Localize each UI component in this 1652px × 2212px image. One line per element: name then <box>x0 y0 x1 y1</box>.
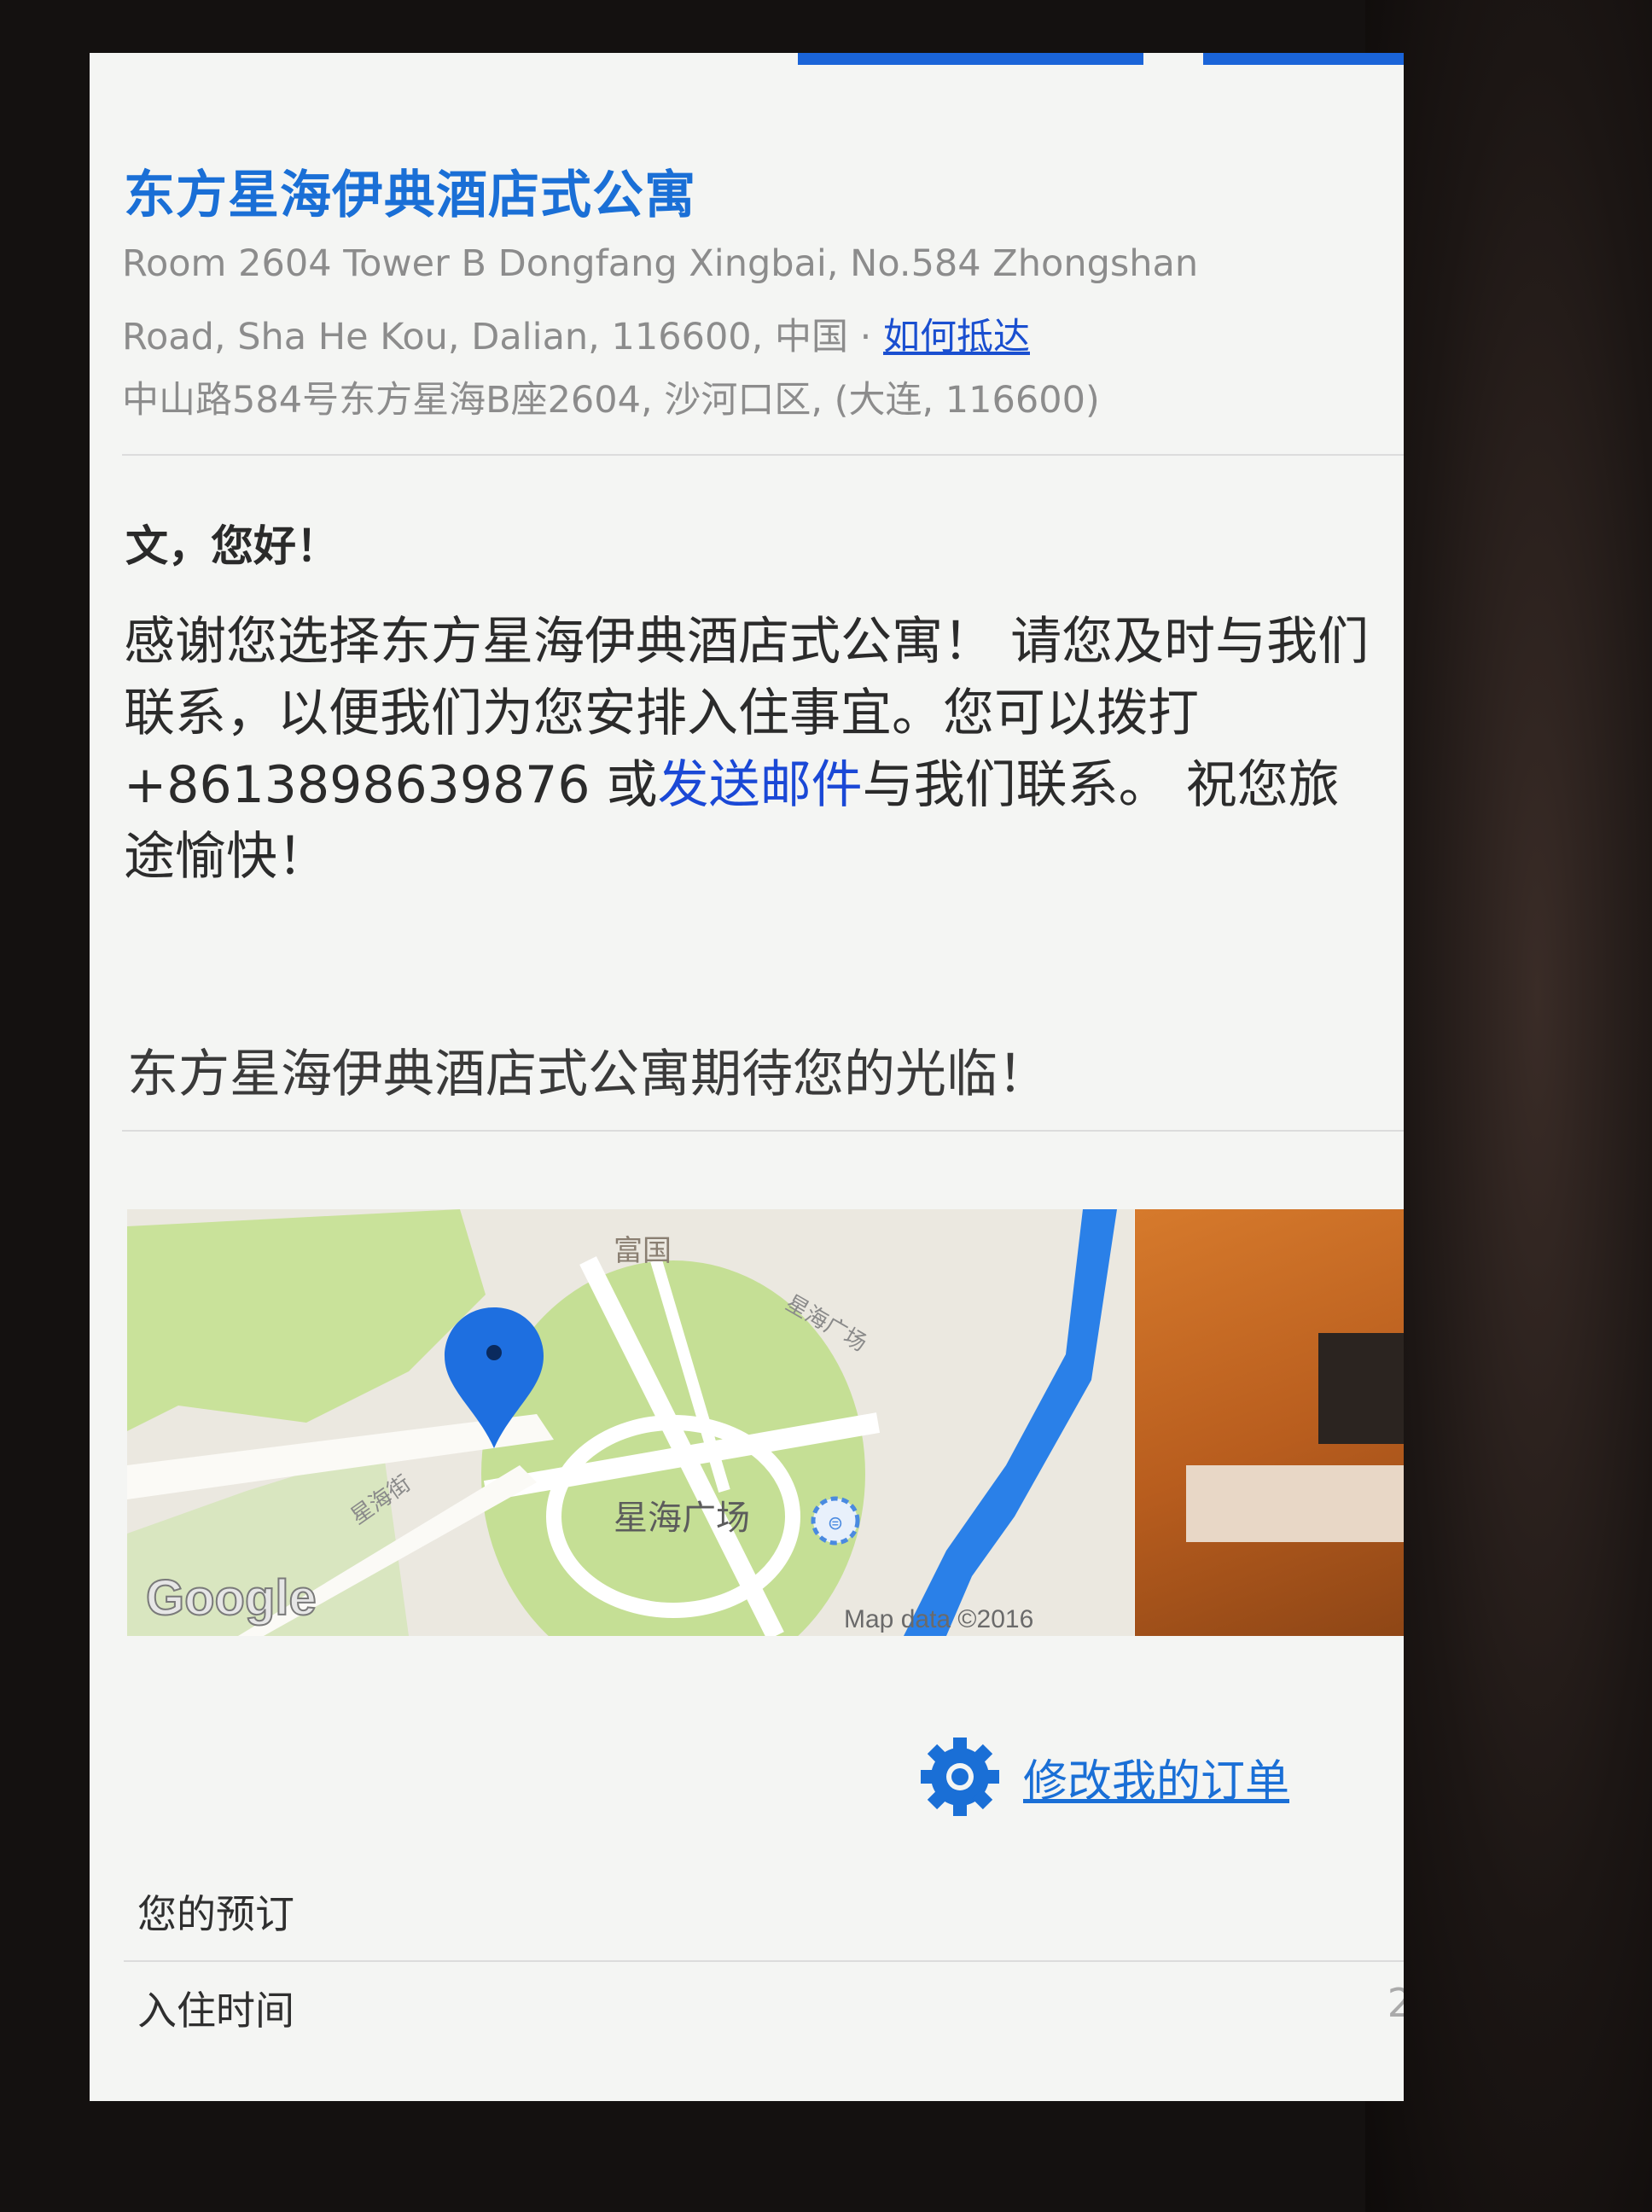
your-booking-label: 您的预订 <box>137 1891 294 1937</box>
address-en-line1: Room 2604 Tower B Dongfang Xingbai, No.5… <box>122 242 1199 285</box>
modify-order-button[interactable]: 修改我的订单 <box>917 1738 1289 1816</box>
svg-text:⊜: ⊜ <box>828 1513 843 1534</box>
tab-indicator-secondary <box>1203 53 1404 65</box>
message-body-intro: 感谢您选择东方星海伊典酒店式公寓！ 请您及时与我们联系，以便我们为您安排入住事宜… <box>124 612 1370 743</box>
divider <box>122 1130 1404 1132</box>
email-screen: 东方星海伊典酒店式公寓 Room 2604 Tower B Dongfang X… <box>90 53 1404 2101</box>
message-body: 感谢您选择东方星海伊典酒店式公寓！ 请您及时与我们联系，以便我们为您安排入住事宜… <box>124 606 1387 893</box>
map-label-north: 富国 <box>614 1234 672 1268</box>
map-attribution: Map data ©2016 <box>844 1605 1033 1633</box>
checkin-time-value: 2 <box>1387 1980 1404 2026</box>
photo-tv <box>1318 1333 1404 1444</box>
tab-indicator <box>798 53 1143 65</box>
photo-cabinet <box>1186 1465 1404 1542</box>
address-en-line2: Road, Sha He Kou, Dalian, 116600, 中国 · 如… <box>122 307 1030 360</box>
checkin-time-label: 入住时间 <box>137 1988 294 2034</box>
divider <box>124 1960 1404 1962</box>
map-label-plaza: 星海广场 <box>614 1499 750 1538</box>
hotel-name-link[interactable]: 东方星海伊典酒店式公寓 <box>124 154 696 228</box>
divider <box>122 454 1404 456</box>
address-en-line2-text: Road, Sha He Kou, Dalian, 116600, 中国 · <box>122 316 883 358</box>
closing-line: 东方星海伊典酒店式公寓期待您的光临！ <box>127 1045 1049 1104</box>
map-graphic: 富国 星海广场 星海街 星海广场 ⊜ Google Map data ©2016 <box>127 1209 1134 1636</box>
transit-icon: ⊜ <box>811 1496 860 1545</box>
directions-link[interactable]: 如何抵达 <box>883 316 1030 358</box>
device-edge <box>1365 0 1652 2212</box>
location-map[interactable]: 富国 星海广场 星海街 星海广场 ⊜ Google Map data ©2016 <box>127 1209 1134 1636</box>
hotel-photo[interactable] <box>1135 1209 1404 1636</box>
modify-order-label[interactable]: 修改我的订单 <box>1023 1745 1289 1809</box>
address-cn: 中山路584号东方星海B座2604, 沙河口区, (大连, 116600) <box>122 379 1100 422</box>
gear-icon <box>921 1738 999 1816</box>
greeting: 文，您好！ <box>125 521 339 571</box>
phone-number[interactable]: +8613898639876 <box>124 755 590 815</box>
google-logo: Google <box>146 1570 317 1626</box>
message-body-or: 或 <box>590 755 658 815</box>
send-email-link[interactable]: 发送邮件 <box>658 755 863 815</box>
